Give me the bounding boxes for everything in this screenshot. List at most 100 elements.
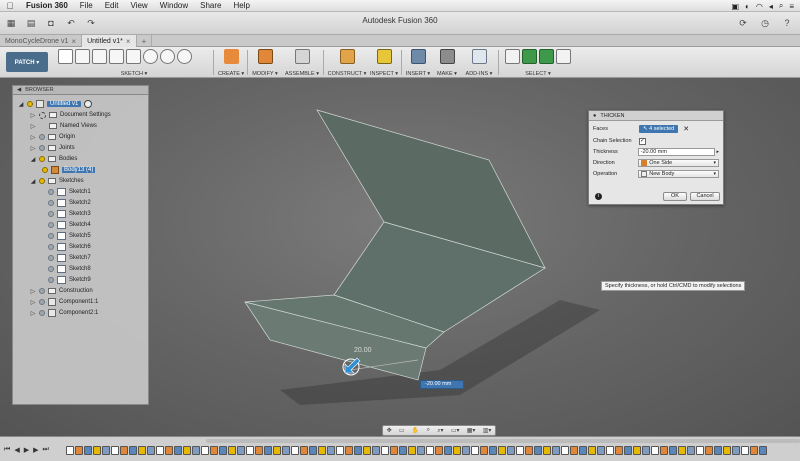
timeline-feature-icon[interactable] — [678, 446, 686, 455]
zoom-icon[interactable]: ⌕ — [427, 427, 430, 434]
browser-item-sketch[interactable]: Sketch8 — [48, 264, 91, 274]
timeline-feature-icon[interactable] — [624, 446, 632, 455]
timeline-feature-icon[interactable] — [327, 446, 335, 455]
volume-icon[interactable]: ◂ — [769, 2, 773, 11]
menu-app[interactable]: Fusion 360 — [20, 1, 74, 10]
timeline-feature-icon[interactable] — [696, 446, 704, 455]
timeline-feature-icon[interactable] — [228, 446, 236, 455]
timeline-feature-icon[interactable] — [453, 446, 461, 455]
wifi-icon[interactable]: ◠ — [756, 2, 763, 11]
timeline-feature-icon[interactable] — [291, 446, 299, 455]
workspace-switcher[interactable]: PATCH ▾ — [6, 52, 48, 72]
timeline-scrollbar[interactable] — [206, 439, 800, 443]
timeline-feature-icon[interactable] — [66, 446, 74, 455]
lightbulb-icon[interactable] — [48, 211, 54, 217]
timeline-feature-icon[interactable] — [543, 446, 551, 455]
timeline-feature-icon[interactable] — [120, 446, 128, 455]
ok-button[interactable]: OK — [663, 192, 687, 201]
timeline-feature-icon[interactable] — [534, 446, 542, 455]
lightbulb-icon[interactable] — [48, 189, 54, 195]
dialog-header[interactable]: ● THICKEN — [589, 111, 723, 121]
addins-icon[interactable] — [471, 49, 487, 64]
expand-caret-icon[interactable]: ▷ — [30, 145, 36, 152]
timeline-feature-icon[interactable] — [255, 446, 263, 455]
timeline-feature-icon[interactable] — [750, 446, 758, 455]
construct-group[interactable]: CONSTRUCT ▾ — [327, 49, 367, 77]
browser-item-sketch[interactable]: Sketch3 — [48, 209, 91, 219]
dialog-collapse-icon[interactable]: ● — [593, 113, 596, 119]
timeline-feature-icon[interactable] — [723, 446, 731, 455]
timeline-feature-icon[interactable] — [597, 446, 605, 455]
stop-sketch-icon[interactable] — [177, 49, 192, 64]
browser-item-sketch[interactable]: Sketch7 — [48, 253, 91, 263]
rectangle-icon[interactable] — [92, 49, 107, 64]
create-group[interactable]: CREATE ▾ — [218, 49, 244, 77]
timeline-feature-icon[interactable] — [633, 446, 641, 455]
browser-item[interactable]: ▷ Origin — [30, 132, 75, 142]
doc-tab[interactable]: MonoCycleDrone v1 × — [0, 35, 83, 47]
browser-item[interactable]: ▷ Joints — [30, 143, 75, 153]
collapse-icon[interactable]: ◀ — [17, 87, 21, 93]
timeline-feature-icon[interactable] — [759, 446, 767, 455]
lightbulb-icon[interactable] — [48, 277, 54, 283]
lightbulb-icon[interactable] — [39, 310, 45, 316]
timeline-feature-icon[interactable] — [336, 446, 344, 455]
expand-caret-icon[interactable]: ▷ — [30, 112, 36, 119]
polygon-icon[interactable] — [126, 49, 141, 64]
assemble-icon[interactable] — [294, 49, 310, 64]
grid-icon[interactable]: ▦▾ — [467, 427, 476, 434]
timeline-feature-icon[interactable] — [390, 446, 398, 455]
lightbulb-icon[interactable] — [48, 200, 54, 206]
lightbulb-icon[interactable] — [39, 299, 45, 305]
timeline-feature-icon[interactable] — [642, 446, 650, 455]
construct-icon[interactable] — [339, 49, 355, 64]
timeline-feature-icon[interactable] — [264, 446, 272, 455]
timeline-feature-icon[interactable] — [741, 446, 749, 455]
timeline-feature-icon[interactable] — [93, 446, 101, 455]
timeline-feature-icon[interactable] — [471, 446, 479, 455]
faces-selection-button[interactable]: ↖ 4 selected — [639, 125, 679, 133]
timeline-feature-icon[interactable] — [462, 446, 470, 455]
addins-group[interactable]: ADD-INS ▾ — [462, 49, 496, 77]
expand-caret-icon[interactable]: ▷ — [30, 299, 36, 306]
timeline-feature-icon[interactable] — [309, 446, 317, 455]
timeline-feature-icon[interactable] — [435, 446, 443, 455]
menu-share[interactable]: Share — [194, 1, 227, 10]
expand-caret-icon[interactable]: ▷ — [30, 123, 36, 130]
activate-radio-icon[interactable] — [84, 100, 93, 108]
timeline-feature-icon[interactable] — [84, 446, 92, 455]
timeline-feature-icon[interactable] — [552, 446, 560, 455]
go-to-start-icon[interactable]: ⏮ — [4, 446, 10, 454]
timeline-feature-icon[interactable] — [345, 446, 353, 455]
sphere-icon[interactable] — [160, 49, 175, 64]
expand-caret-icon[interactable]: ▷ — [30, 134, 36, 141]
create-sketch-icon[interactable] — [58, 49, 73, 64]
browser-item-sketch[interactable]: Sketch9 — [48, 275, 91, 285]
orbit-icon[interactable]: ✥ — [387, 427, 392, 434]
arc-icon[interactable] — [109, 49, 124, 64]
create-icon[interactable] — [223, 49, 239, 64]
timeline-feature-icon[interactable] — [714, 446, 722, 455]
doc-tab-active[interactable]: Untitled v1* × — [82, 35, 137, 47]
timeline-feature-icon[interactable] — [417, 446, 425, 455]
play-icon[interactable]: ▶ — [24, 446, 29, 454]
display-settings-icon[interactable]: ▭▾ — [451, 427, 460, 434]
close-icon[interactable]: × — [71, 37, 76, 46]
timeline-feature-icon[interactable] — [372, 446, 380, 455]
apple-menu-icon[interactable]:  — [0, 1, 20, 11]
browser-item[interactable]: ▷ Component2:1 — [30, 308, 98, 318]
timeline-feature-icon[interactable] — [192, 446, 200, 455]
browser-item-sketch[interactable]: Sketch5 — [48, 231, 91, 241]
cancel-button[interactable]: Cancel — [690, 192, 720, 201]
timeline-feature-icon[interactable] — [516, 446, 524, 455]
step-forward-icon[interactable]: ▶ — [33, 446, 38, 454]
direction-select[interactable]: One Side ▾ — [638, 159, 719, 167]
lightbulb-icon[interactable] — [27, 101, 33, 107]
browser-item-sketch[interactable]: Sketch2 — [48, 198, 91, 208]
lightbulb-icon[interactable] — [48, 266, 54, 272]
timeline-feature-icon[interactable] — [498, 446, 506, 455]
timeline-feature-icon[interactable] — [237, 446, 245, 455]
timeline-feature-icon[interactable] — [75, 446, 83, 455]
help-icon[interactable]: ? — [780, 18, 794, 29]
expand-caret-icon[interactable]: ▷ — [30, 310, 36, 317]
